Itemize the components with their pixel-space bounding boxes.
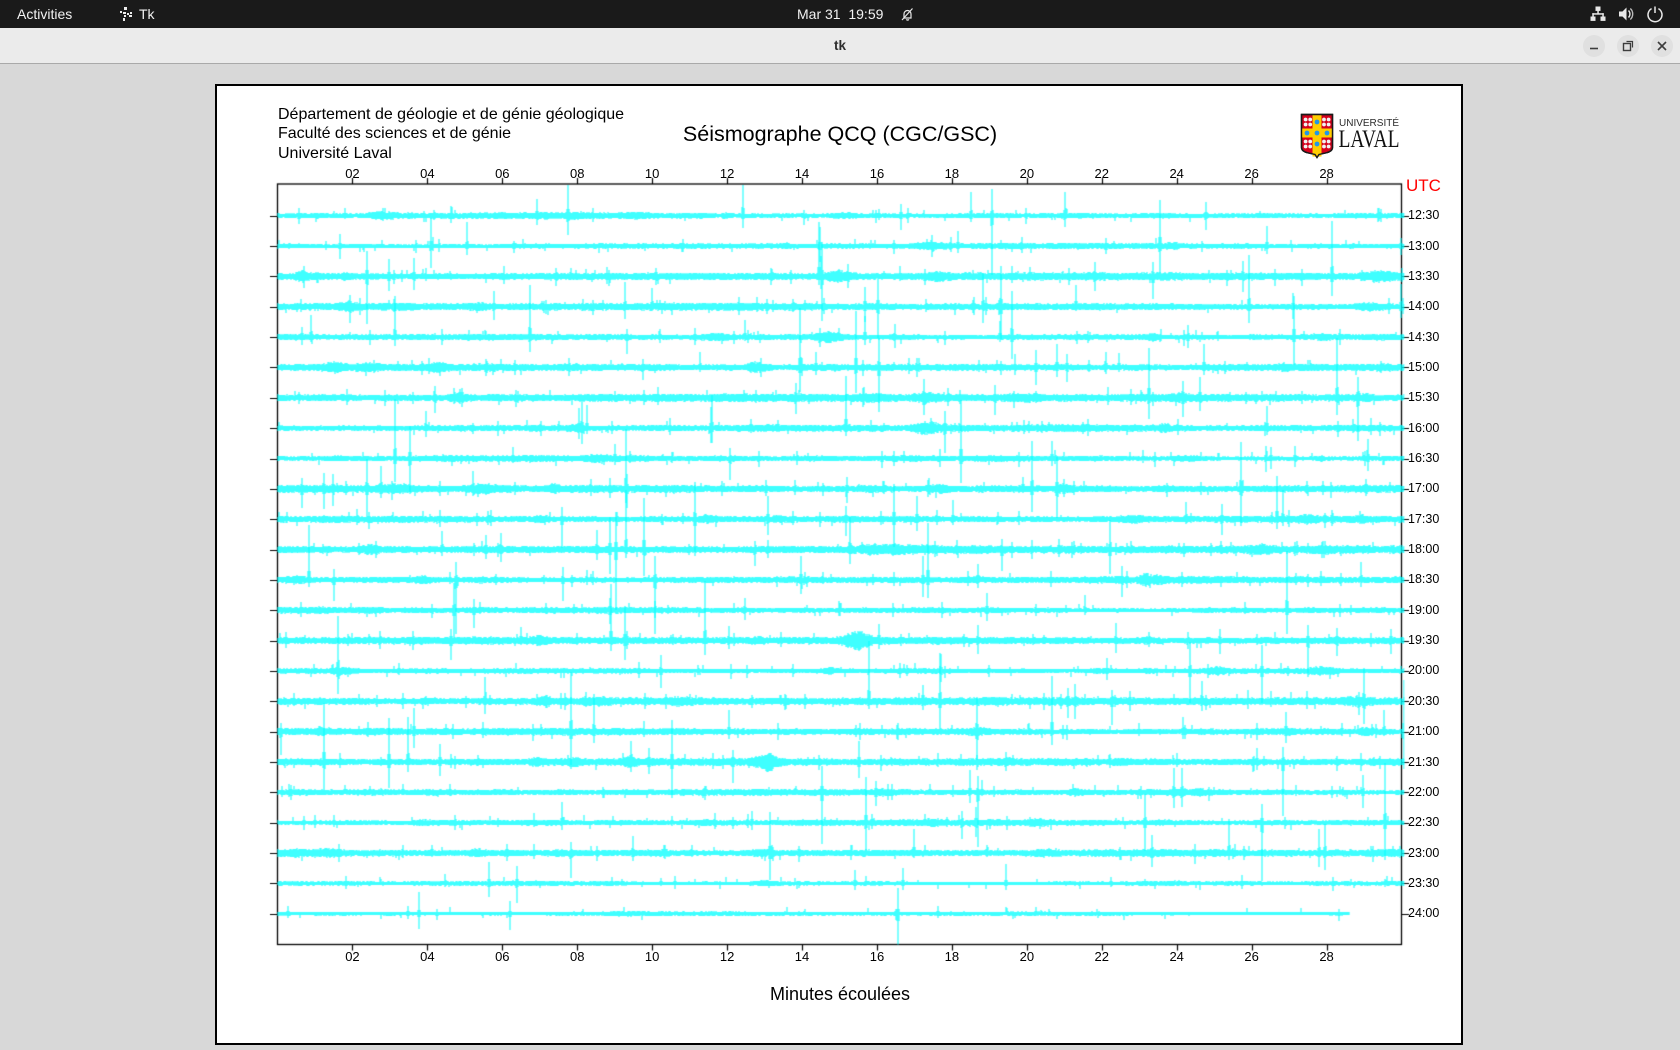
- svg-text:LAVAL: LAVAL: [1339, 126, 1400, 153]
